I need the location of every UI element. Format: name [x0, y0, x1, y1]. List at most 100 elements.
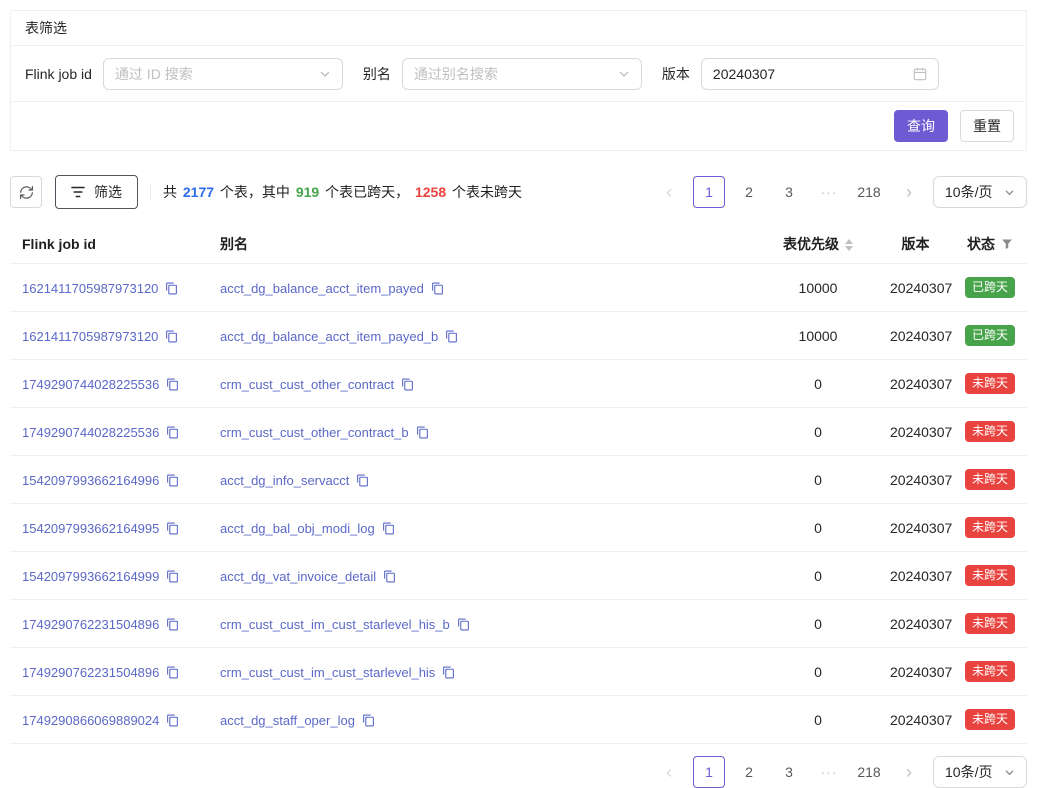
job-id-link[interactable]: 1749290762231504896	[22, 617, 159, 632]
alias-link[interactable]: crm_cust_cust_other_contract_b	[220, 425, 409, 440]
version-date-input[interactable]	[713, 66, 913, 82]
job-id-link[interactable]: 1749290744028225536	[22, 377, 159, 392]
priority-cell: 0	[758, 360, 878, 408]
version-cell: 20240307	[878, 312, 953, 360]
pagination-page-1[interactable]: 1	[693, 756, 725, 788]
copy-icon[interactable]	[166, 666, 179, 679]
pagination-page-2[interactable]: 2	[733, 176, 765, 208]
table-summary: 共 2177 个表，其中 919 个表已跨天， 1258 个表未跨天	[163, 182, 522, 202]
table-row: 1749290744028225536 crm_cust_cust_other_…	[10, 408, 1027, 456]
status-badge: 未跨天	[965, 709, 1015, 730]
table-row: 1542097993662164996 acct_dg_info_servacc…	[10, 456, 1027, 504]
alias-cell: crm_cust_cust_other_contract	[208, 360, 758, 408]
copy-icon[interactable]	[445, 330, 458, 343]
pagination-prev-icon[interactable]: ‹	[653, 756, 685, 788]
alias-label: 别名	[363, 64, 391, 84]
filter-card-title: 表筛选	[11, 11, 1026, 46]
job-id-link[interactable]: 1542097993662164995	[22, 521, 159, 536]
job-id-link[interactable]: 1749290762231504896	[22, 665, 159, 680]
alias-link[interactable]: acct_dg_balance_acct_item_payed	[220, 281, 424, 296]
sort-icon[interactable]	[845, 239, 853, 251]
status-badge: 未跨天	[965, 517, 1015, 538]
alias-link[interactable]: crm_cust_cust_im_cust_starlevel_his_b	[220, 617, 450, 632]
flink-job-id-placeholder: 通过 ID 搜索	[115, 64, 193, 84]
copy-icon[interactable]	[165, 282, 178, 295]
filter-button[interactable]: 筛选	[55, 175, 138, 209]
table-row: 1542097993662164995 acct_dg_bal_obj_modi…	[10, 504, 1027, 552]
col-header-label: 状态	[967, 236, 995, 252]
version-date-picker[interactable]	[701, 58, 939, 90]
alias-select[interactable]: 通过别名搜索	[402, 58, 642, 90]
job-id-link[interactable]: 1749290744028225536	[22, 425, 159, 440]
chevron-down-icon	[1004, 187, 1015, 198]
col-header-alias: 别名	[208, 225, 758, 264]
pagination-page-218[interactable]: 218	[853, 176, 885, 208]
copy-icon[interactable]	[442, 666, 455, 679]
copy-icon[interactable]	[383, 570, 396, 583]
filter-lines-icon	[71, 186, 85, 198]
copy-icon[interactable]	[166, 570, 179, 583]
col-header-status: 状态	[953, 225, 1027, 264]
page-size-select[interactable]: 10条/页	[933, 756, 1027, 788]
copy-icon[interactable]	[401, 378, 414, 391]
alias-link[interactable]: acct_dg_balance_acct_item_payed_b	[220, 329, 438, 344]
pagination-page-1[interactable]: 1	[693, 176, 725, 208]
table-row: 1749290762231504896 crm_cust_cust_im_cus…	[10, 600, 1027, 648]
flink-job-id-select[interactable]: 通过 ID 搜索	[103, 58, 343, 90]
pagination-page-3[interactable]: 3	[773, 176, 805, 208]
alias-link[interactable]: acct_dg_vat_invoice_detail	[220, 569, 376, 584]
filter-funnel-icon[interactable]	[1001, 238, 1013, 250]
alias-link[interactable]: crm_cust_cust_im_cust_starlevel_his	[220, 665, 435, 680]
alias-cell: acct_dg_vat_invoice_detail	[208, 552, 758, 600]
job-id-link[interactable]: 1542097993662164996	[22, 473, 159, 488]
copy-icon[interactable]	[416, 426, 429, 439]
refresh-button[interactable]	[10, 176, 42, 208]
job-id-link[interactable]: 1542097993662164999	[22, 569, 159, 584]
version-label: 版本	[662, 64, 690, 84]
priority-cell: 0	[758, 504, 878, 552]
copy-icon[interactable]	[431, 282, 444, 295]
job-id-link[interactable]: 1621411705987973120	[22, 329, 158, 344]
copy-icon[interactable]	[362, 714, 375, 727]
pagination-page-218[interactable]: 218	[853, 756, 885, 788]
copy-icon[interactable]	[457, 618, 470, 631]
copy-icon[interactable]	[166, 618, 179, 631]
copy-icon[interactable]	[165, 330, 178, 343]
pagination-page-2[interactable]: 2	[733, 756, 765, 788]
pagination-next-icon[interactable]: ›	[893, 176, 925, 208]
alias-placeholder: 通过别名搜索	[414, 64, 498, 84]
alias-link[interactable]: acct_dg_staff_oper_log	[220, 713, 355, 728]
copy-icon[interactable]	[166, 522, 179, 535]
priority-cell: 0	[758, 696, 878, 744]
alias-link[interactable]: crm_cust_cust_other_contract	[220, 377, 394, 392]
col-header-label: Flink job id	[22, 236, 96, 252]
alias-cell: crm_cust_cust_other_contract_b	[208, 408, 758, 456]
copy-icon[interactable]	[166, 714, 179, 727]
job-id-link[interactable]: 1749290866069889024	[22, 713, 159, 728]
copy-icon[interactable]	[166, 426, 179, 439]
job-id-cell: 1749290866069889024	[10, 696, 208, 744]
alias-link[interactable]: acct_dg_bal_obj_modi_log	[220, 521, 375, 536]
reset-button[interactable]: 重置	[960, 110, 1014, 142]
pagination-bottom: ‹123···218›	[653, 756, 925, 788]
status-cell: 已跨天	[953, 312, 1027, 360]
pagination-ellipsis: ···	[813, 176, 845, 208]
pagination-page-3[interactable]: 3	[773, 756, 805, 788]
status-badge: 未跨天	[965, 421, 1015, 442]
pagination-prev-icon[interactable]: ‹	[653, 176, 685, 208]
version-cell: 20240307	[878, 408, 953, 456]
page-size-select[interactable]: 10条/页	[933, 176, 1027, 208]
copy-icon[interactable]	[166, 378, 179, 391]
job-id-link[interactable]: 1621411705987973120	[22, 281, 158, 296]
priority-cell: 10000	[758, 312, 878, 360]
status-badge: 未跨天	[965, 565, 1015, 586]
alias-cell: acct_dg_balance_acct_item_payed_b	[208, 312, 758, 360]
pagination-next-icon[interactable]: ›	[893, 756, 925, 788]
alias-link[interactable]: acct_dg_info_servacct	[220, 473, 349, 488]
query-button[interactable]: 查询	[894, 110, 948, 142]
chevron-down-icon	[1004, 767, 1015, 778]
copy-icon[interactable]	[382, 522, 395, 535]
col-header-flink-job-id: Flink job id	[10, 225, 208, 264]
copy-icon[interactable]	[166, 474, 179, 487]
copy-icon[interactable]	[356, 474, 369, 487]
